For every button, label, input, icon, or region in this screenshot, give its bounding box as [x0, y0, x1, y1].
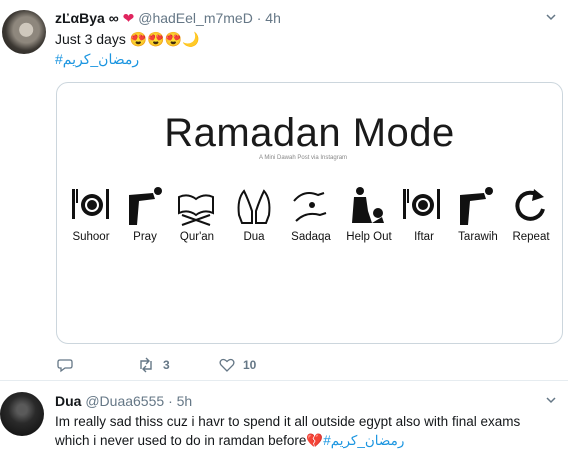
repeat-arrow-icon	[515, 189, 545, 221]
chevron-down-icon[interactable]	[546, 395, 556, 405]
dua-hands-icon	[237, 189, 271, 224]
tweet-text: Just 3 days 😍😍😍🌙	[55, 31, 200, 47]
reply-icon	[57, 359, 73, 373]
tweet-text: which i never used to do in ramdan befor…	[55, 433, 324, 448]
retweet-icon	[140, 357, 152, 373]
label-repeat: Repeat	[512, 231, 550, 243]
plate-cutlery-icon	[72, 189, 109, 219]
user-handle[interactable]: @Duaa6555	[85, 393, 164, 409]
tweet-text-line-1: Im really sad thiss cuz i havr to spend …	[55, 414, 521, 429]
label-pray: Pray	[133, 231, 157, 243]
card-title: Ramadan Mode	[164, 111, 455, 155]
tweet-1[interactable]: zĽαBya ∞ ❤ @hadEel_m7meD · 4h Just 3 day…	[0, 0, 568, 381]
label-suhoor: Suhoor	[72, 231, 110, 243]
heart-emoji-icon: ❤	[122, 10, 135, 26]
avatar[interactable]	[2, 10, 46, 54]
media-card[interactable]: Ramadan Mode A Mini Dawah Post via Insta…	[56, 82, 563, 344]
quran-book-icon	[178, 194, 214, 226]
tweet-header: Dua @Duaa6555 · 5h	[55, 393, 192, 409]
hashtag-link[interactable]: #رمضان_كريم	[55, 50, 139, 68]
retweet-count: 3	[163, 358, 170, 372]
label-tarawih: Tarawih	[458, 231, 498, 243]
tweet-header: zĽαBya ∞ ❤ @hadEel_m7meD · 4h	[55, 10, 281, 27]
label-sadaqa: Sadaqa	[291, 231, 331, 243]
label-dua: Dua	[243, 231, 265, 243]
heart-outline-icon	[219, 358, 235, 372]
card-subtitle: A Mini Dawah Post via Instagram	[259, 155, 348, 161]
display-name[interactable]: zĽαBya ∞	[55, 10, 119, 26]
charity-hands-icon	[293, 192, 327, 222]
label-iftar: Iftar	[414, 231, 434, 243]
retweet-button[interactable]: 3	[137, 357, 170, 373]
pray-bowing-icon	[129, 187, 162, 225]
icon-labels: Suhoor Pray Qur'an Dua Sadaqa Help Out I…	[57, 231, 562, 251]
user-handle[interactable]: @hadEel_m7meD	[138, 10, 253, 26]
reply-button[interactable]	[57, 357, 81, 373]
display-name[interactable]: Dua	[55, 393, 81, 409]
label-quran: Qur'an	[179, 231, 215, 243]
label-help-out: Help Out	[346, 231, 392, 243]
like-count: 10	[243, 358, 257, 372]
tweet-text-line-2: which i never used to do in ramdan befor…	[55, 432, 404, 450]
timestamp[interactable]: · 5h	[168, 393, 192, 409]
tweet-2[interactable]: Dua @Duaa6555 · 5h Im really sad thiss c…	[0, 381, 568, 467]
hashtag-link[interactable]: #رمضان_كريم	[323, 433, 404, 448]
pray-bowing-icon	[460, 187, 493, 225]
like-button[interactable]: 10	[219, 357, 256, 373]
chevron-down-icon[interactable]	[546, 12, 556, 22]
help-person-icon	[352, 187, 384, 223]
plate-cutlery-icon	[403, 189, 440, 219]
timestamp[interactable]: · 4h	[257, 10, 281, 26]
